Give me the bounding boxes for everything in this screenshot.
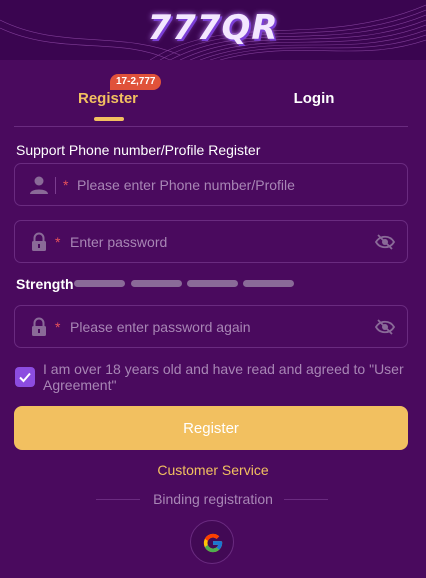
binding-divider: Binding registration: [0, 491, 426, 509]
strength-segment: [187, 280, 238, 287]
strength-segment: [74, 280, 125, 287]
required-mark: *: [63, 177, 69, 193]
strength-segment: [243, 280, 294, 287]
password-placeholder: Enter password: [70, 234, 168, 250]
section-title: Support Phone number/Profile Register: [16, 142, 261, 158]
auth-tabs: Register 17-2,777 Login: [0, 60, 426, 127]
confirm-password-placeholder: Please enter password again: [70, 319, 251, 335]
lock-icon: [32, 317, 46, 336]
active-tab-indicator: [94, 117, 124, 121]
strength-segment: [131, 280, 182, 287]
tab-login[interactable]: Login: [254, 90, 374, 107]
user-icon: [30, 176, 48, 194]
phone-placeholder: Please enter Phone number/Profile: [77, 177, 295, 193]
header-banner: 777QR: [0, 0, 426, 60]
agreement-checkbox[interactable]: [15, 367, 35, 387]
eye-off-icon[interactable]: [375, 233, 395, 251]
register-button[interactable]: Register: [14, 406, 408, 450]
required-mark: *: [55, 234, 61, 250]
binding-line-right: [284, 499, 328, 500]
register-badge: 17-2,777: [110, 74, 162, 90]
google-icon: [203, 533, 223, 553]
password-field[interactable]: * Enter password: [14, 220, 408, 263]
phone-field[interactable]: * Please enter Phone number/Profile: [14, 163, 408, 206]
field-separator: [55, 177, 56, 194]
check-icon: [19, 372, 31, 383]
lock-icon: [32, 232, 46, 251]
app-logo: 777QR: [147, 8, 279, 48]
strength-label: Strength: [16, 276, 74, 292]
eye-off-icon[interactable]: [375, 318, 395, 336]
customer-service-link[interactable]: Customer Service: [0, 462, 426, 478]
binding-label: Binding registration: [153, 491, 273, 507]
tabs-divider: [14, 126, 408, 127]
required-mark: *: [55, 319, 61, 335]
google-login-button[interactable]: [190, 520, 234, 564]
confirm-password-field[interactable]: * Please enter password again: [14, 305, 408, 348]
tab-register[interactable]: Register: [48, 90, 168, 107]
agreement-text[interactable]: I am over 18 years old and have read and…: [43, 361, 413, 393]
